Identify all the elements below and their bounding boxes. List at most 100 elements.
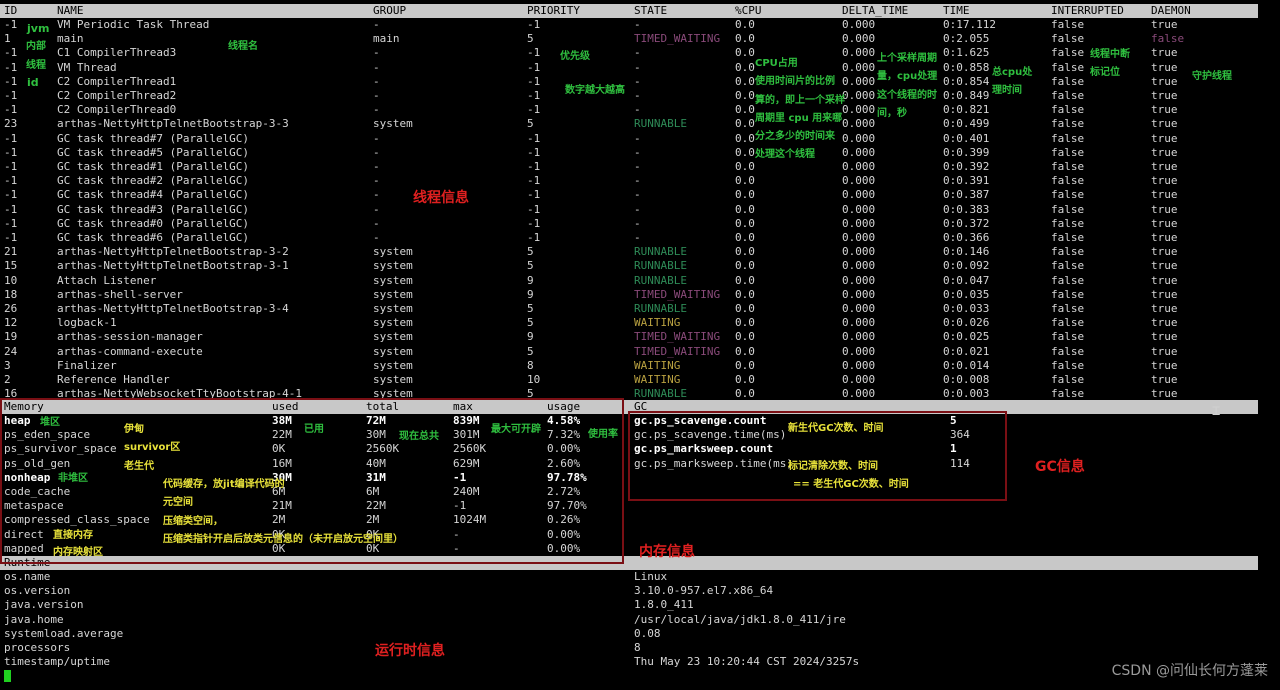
anno-eden: 伊甸 <box>124 424 144 435</box>
anno-gc-young: 新生代GC次数、时间 <box>788 423 884 434</box>
thread-cell-interrupted: false <box>1051 330 1085 344</box>
thread-cell-interrupted: false <box>1051 273 1085 287</box>
thread-cell-priority: -1 <box>527 231 541 244</box>
thread-cell-interrupted: false <box>1051 46 1085 60</box>
thread-row: 23 arthas-NettyHttpTelnetBootstrap-3-3 sys… <box>0 117 1258 131</box>
thread-cell-name: VM Periodic Task Thread <box>57 18 210 31</box>
thread-cell-group: - <box>373 174 380 188</box>
thread-cell-delta-time: 0.000 <box>842 273 876 287</box>
runtime-row: os.version 3.10.0-957.el7.x86_64 <box>0 584 1258 598</box>
thread-cell-priority: -1 <box>527 18 541 31</box>
anno-cpu-2: 使用时间片的比例 <box>755 76 835 87</box>
thread-cell-delta-time: 0.000 <box>842 32 876 46</box>
anno-cpu-6: 处理这个线程 <box>755 149 815 160</box>
thread-cell-priority: 5 <box>527 259 534 273</box>
anno-jvm: jvm <box>27 22 50 35</box>
thread-cell-cpu: 0.0 <box>735 160 755 173</box>
anno-delta-1: 上个采样周期 <box>877 53 937 64</box>
thread-cell-time: 0:0.366 <box>943 231 990 244</box>
anno-compressed-1: 压缩类空间， <box>163 516 223 527</box>
thread-row: -1 C2 CompilerThread1 - -1 - 0.0 0.000 0:0.854 f… <box>0 75 1258 89</box>
thread-cell-delta-time: 0.000 <box>842 245 876 259</box>
thread-cell-time: 0:0.391 <box>943 174 990 188</box>
thread-cell-state: WAITING <box>634 373 681 386</box>
thread-cell-daemon: true <box>1151 231 1178 244</box>
runtime-cell-key: os.name <box>4 570 51 583</box>
runtime-row: os.name Linux <box>0 570 1258 584</box>
anno-code-cache-1: 代码缓存，放jit编译代码的 <box>163 479 285 490</box>
anno-interrupt-2: 标记位 <box>1090 67 1120 78</box>
runtime-row: timestamp/uptime Thu May 23 10:20:44 CST … <box>0 655 1258 669</box>
thread-cell-group: - <box>373 231 380 244</box>
thread-cell-daemon: true <box>1151 174 1178 188</box>
thread-row: 21 arthas-NettyHttpTelnetBootstrap-3-2 sys… <box>0 245 1258 259</box>
thread-cell-name: arthas-shell-server <box>57 287 183 301</box>
thread-cell-state: - <box>634 89 641 102</box>
anno-priority-desc: 数字越大越高 <box>565 85 625 96</box>
thread-cell-priority: 10 <box>527 373 541 386</box>
thread-cell-priority: 9 <box>527 273 534 287</box>
thread-cell-delta-time: 0.000 <box>842 259 876 273</box>
thread-cell-time: 0:0.021 <box>943 344 990 358</box>
thread-row: -1 VM Thread - -1 - 0.0 0.000 0:0.858 false true <box>0 61 1258 75</box>
thread-cell-cpu: 0.0 <box>735 60 755 74</box>
thread-cell-daemon: true <box>1151 160 1178 173</box>
thread-cell-priority: -1 <box>527 103 541 117</box>
thread-cell-id: 1 <box>4 32 11 46</box>
thread-cell-daemon: true <box>1151 358 1178 372</box>
thread-cell-interrupted: false <box>1051 188 1085 202</box>
thread-cell-daemon: true <box>1151 131 1178 145</box>
thread-cell-group: system <box>373 117 413 131</box>
thread-cell-time: 0:1.625 <box>943 46 990 60</box>
terminal-cursor[interactable] <box>4 670 11 682</box>
thread-cell-time: 0:0.387 <box>943 188 990 202</box>
thread-cell-time: 0:0.092 <box>943 259 990 273</box>
thread-cell-time: 0:0.008 <box>943 373 990 386</box>
col-daemon: DAEMON <box>1151 4 1191 17</box>
thread-cell-interrupted: false <box>1051 160 1085 173</box>
thread-cell-name: GC task thread#4 (ParallelGC) <box>57 188 250 202</box>
thread-cell-id: -1 <box>4 216 18 230</box>
thread-cell-state: TIMED_WAITING <box>634 344 721 358</box>
thread-cell-id: -1 <box>4 89 18 102</box>
anno-survivor: survivor区 <box>124 442 181 453</box>
thread-cell-id: -1 <box>4 103 18 117</box>
thread-cell-priority: 9 <box>527 330 534 344</box>
thread-cell-cpu: 0.0 <box>735 89 755 102</box>
thread-cell-delta-time: 0.000 <box>842 131 876 145</box>
thread-cell-priority: -1 <box>527 174 541 188</box>
runtime-cell-key: java.version <box>4 598 84 612</box>
runtime-cell-value: Thu May 23 10:20:44 CST 2024/3257s <box>634 655 860 669</box>
thread-cell-state: - <box>634 174 641 188</box>
thread-cell-group: - <box>373 145 380 159</box>
thread-cell-group: - <box>373 89 380 102</box>
thread-row: 19 arthas-session-manager system 9 TIMED_WAI… <box>0 330 1258 344</box>
anno-total-cpu-1: 总cpu处 <box>992 67 1033 78</box>
anno-code-cache-2: 元空间 <box>163 497 193 508</box>
anno-xiancheng: 线程 <box>26 60 46 71</box>
thread-row: -1 C2 CompilerThread2 - -1 - 0.0 0.000 0:0.849 f… <box>0 89 1258 103</box>
thread-cell-group: system <box>373 373 413 386</box>
thread-cell-state: RUNNABLE <box>634 259 687 273</box>
thread-cell-id: -1 <box>4 74 18 88</box>
thread-cell-daemon: true <box>1151 259 1178 273</box>
runtime-cell-key: java.home <box>4 612 64 626</box>
thread-cell-priority: -1 <box>527 160 541 173</box>
thread-cell-interrupted: false <box>1051 302 1085 315</box>
thread-cell-daemon: true <box>1151 89 1178 102</box>
thread-cell-time: 0:0.858 <box>943 60 990 74</box>
thread-cell-delta-time: 0.000 <box>842 202 876 216</box>
thread-cell-group: - <box>373 202 380 216</box>
thread-cell-time: 0:0.033 <box>943 302 990 315</box>
col-interrupted: INTERRUPTED <box>1051 4 1124 17</box>
thread-cell-daemon: true <box>1151 60 1178 74</box>
thread-cell-cpu: 0.0 <box>735 18 755 31</box>
thread-cell-state: TIMED_WAITING <box>634 330 721 344</box>
thread-row: 12 logback-1 system 5 WAITING 0.0 0.000 0:0.026… <box>0 316 1258 330</box>
thread-cell-daemon: true <box>1151 330 1178 344</box>
thread-cell-interrupted: false <box>1051 344 1085 358</box>
thread-cell-name: arthas-session-manager <box>57 330 203 344</box>
thread-cell-delta-time: 0.000 <box>842 174 876 188</box>
thread-cell-name: arthas-NettyHttpTelnetBootstrap-3-4 <box>57 302 289 315</box>
thread-cell-time: 0:0.383 <box>943 202 990 216</box>
